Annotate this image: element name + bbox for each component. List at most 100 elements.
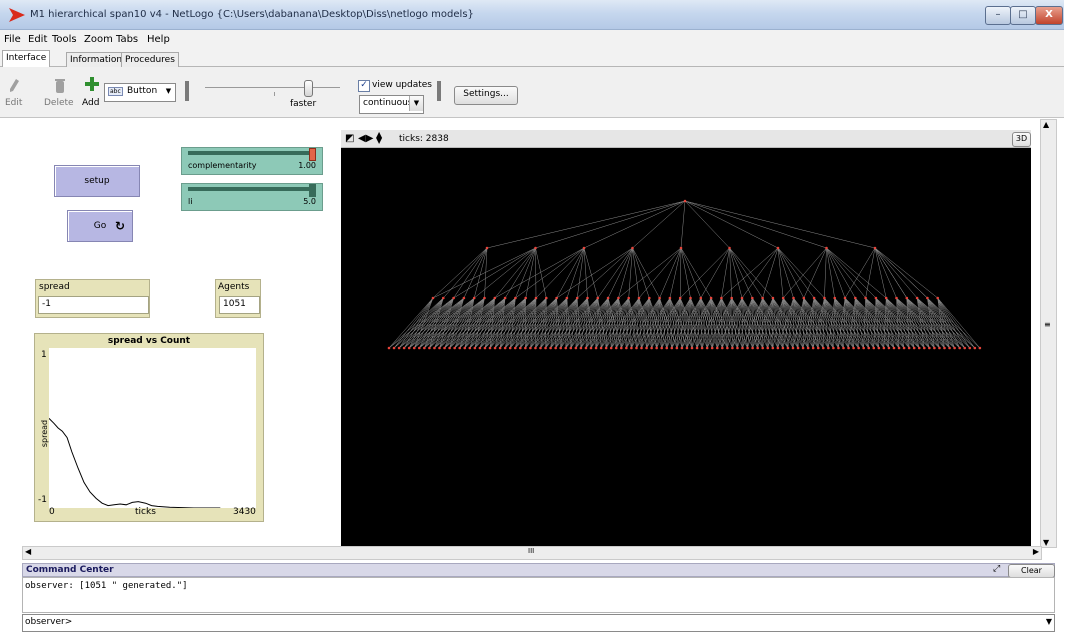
command-input[interactable]: observer> ▼ xyxy=(22,614,1055,632)
view-updates-checkbox[interactable]: ✓ xyxy=(358,80,370,92)
network-link xyxy=(583,200,686,249)
add-button[interactable]: Add xyxy=(82,98,99,108)
network-node xyxy=(791,346,795,350)
complementarity-slider[interactable]: complementarity 1.00 xyxy=(181,147,323,175)
network-node xyxy=(928,346,931,350)
tab-interface[interactable]: Interface xyxy=(2,50,51,68)
command-dropdown-arrow[interactable]: ▼ xyxy=(1046,617,1052,626)
network-node xyxy=(423,346,426,350)
network-node xyxy=(857,346,860,350)
network-link xyxy=(576,247,585,299)
menu-help[interactable]: Help xyxy=(147,34,170,45)
agents-monitor: Agents 1051 xyxy=(215,279,261,318)
delete-button[interactable]: Delete xyxy=(44,98,74,108)
network-link xyxy=(583,247,599,299)
network-node xyxy=(433,346,436,350)
network-node xyxy=(833,296,836,300)
tab-procedures[interactable]: Procedures xyxy=(121,52,179,68)
network-node xyxy=(640,346,643,350)
minimize-button[interactable]: – xyxy=(985,6,1011,25)
y-min-label: -1 xyxy=(38,495,47,505)
arrow-left-right-icon[interactable]: ◀▶ xyxy=(358,133,373,144)
vertical-scrollbar[interactable]: ▲ ≡ ▼ xyxy=(1040,119,1057,548)
scroll-down-icon[interactable]: ▼ xyxy=(1043,538,1049,547)
network-node xyxy=(771,296,775,300)
tab-information[interactable]: Information xyxy=(66,52,127,68)
menu-zoom[interactable]: Zoom xyxy=(84,34,113,45)
network-node xyxy=(438,346,441,350)
network-link xyxy=(824,247,827,299)
network-node xyxy=(392,346,396,350)
network-node xyxy=(953,346,956,350)
close-button[interactable]: X xyxy=(1035,6,1063,25)
network-link xyxy=(453,247,536,299)
network-node xyxy=(740,296,744,300)
network-node xyxy=(689,296,692,300)
hscroll-thumb-grip: III xyxy=(528,547,535,555)
menu-file[interactable]: File xyxy=(4,34,21,45)
trash-icon xyxy=(55,79,65,93)
maximize-button[interactable]: □ xyxy=(1010,6,1036,25)
network-link xyxy=(777,247,805,299)
setup-button[interactable]: setup xyxy=(54,165,140,197)
network-node xyxy=(412,346,416,350)
network-node xyxy=(589,346,593,350)
network-node xyxy=(902,346,906,350)
network-node xyxy=(884,296,888,300)
chevron-down-icon: ▼ xyxy=(165,87,172,95)
speed-slider-thumb[interactable] xyxy=(304,80,313,97)
command-center-title: Command Center xyxy=(26,565,114,575)
widget-type-dropdown[interactable]: abc Button ▼ xyxy=(104,83,176,102)
network-node xyxy=(609,346,613,350)
scroll-right-icon[interactable]: ▶ xyxy=(1033,547,1039,556)
network-link xyxy=(632,200,686,249)
speed-slider[interactable] xyxy=(205,77,340,103)
li-slider[interactable]: li 5.0 xyxy=(181,183,323,211)
speed-label: faster xyxy=(290,99,317,109)
network-link xyxy=(721,297,733,349)
network-node xyxy=(731,346,734,350)
horizontal-scrollbar[interactable]: ◀ III ▶ xyxy=(22,546,1042,560)
slider-thumb[interactable] xyxy=(309,184,316,197)
menu-tools[interactable]: Tools xyxy=(52,34,77,45)
network-node xyxy=(631,246,634,250)
network-node xyxy=(519,346,522,350)
slider-thumb[interactable] xyxy=(309,148,316,161)
network-node xyxy=(852,346,855,350)
network-node xyxy=(811,346,815,350)
menu-bar: File Edit Tools Zoom Tabs Help xyxy=(0,30,1064,49)
network-node xyxy=(680,346,684,350)
network-node xyxy=(493,346,497,350)
ticks-counter: ticks: 2838 xyxy=(399,134,449,144)
menu-tabs[interactable]: Tabs xyxy=(116,34,138,45)
network-node xyxy=(428,346,431,350)
speed-slider-track xyxy=(205,87,340,88)
network-node xyxy=(575,296,579,300)
network-node xyxy=(728,246,731,250)
scroll-left-icon[interactable]: ◀ xyxy=(25,547,31,556)
menu-edit[interactable]: Edit xyxy=(28,34,47,45)
edit-button[interactable]: Edit xyxy=(5,98,22,108)
toolbar-separator xyxy=(185,81,189,101)
network-link xyxy=(649,297,667,349)
world-view[interactable] xyxy=(341,130,1031,546)
network-node xyxy=(648,296,651,300)
clear-button[interactable]: Clear xyxy=(1008,564,1055,578)
network-node xyxy=(539,346,542,350)
network-node xyxy=(534,296,538,300)
update-mode-dropdown[interactable]: continuous ▼ xyxy=(359,95,424,114)
command-center-header: Command Center ⤢ Clear xyxy=(22,563,1055,578)
settings-button[interactable]: Settings... xyxy=(454,86,518,105)
spread-monitor: spread -1 xyxy=(35,279,150,318)
scroll-up-icon[interactable]: ▲ xyxy=(1043,120,1049,129)
network-link xyxy=(729,247,774,299)
network-node xyxy=(472,296,476,300)
3d-view-button[interactable]: 3D xyxy=(1012,132,1031,147)
network-node xyxy=(936,296,939,300)
expand-icon[interactable]: ⤢ xyxy=(993,564,1000,574)
network-node xyxy=(443,346,446,350)
network-node xyxy=(801,346,805,350)
edit-view-icon[interactable]: ◩ xyxy=(345,133,354,144)
arrow-up-down-icon[interactable]: ▲ ▼ xyxy=(376,131,382,145)
go-button[interactable]: Go ↻ xyxy=(67,210,133,242)
